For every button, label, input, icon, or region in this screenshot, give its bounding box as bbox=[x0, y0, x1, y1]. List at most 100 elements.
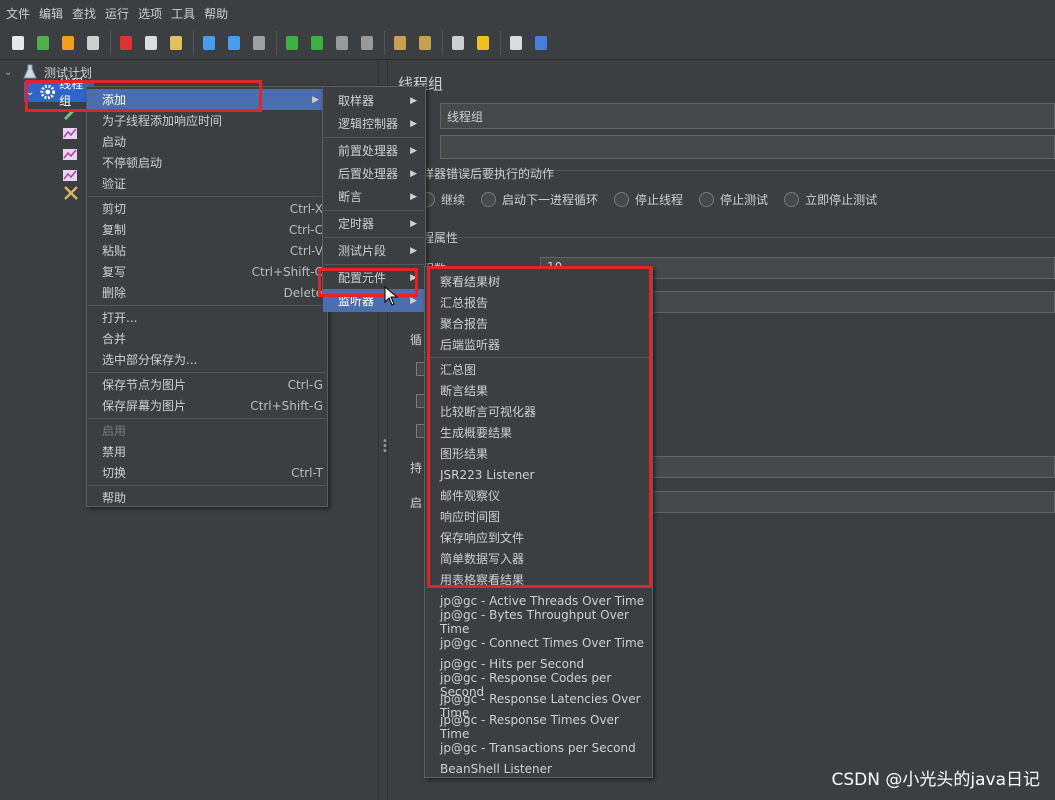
listener-item-1[interactable]: 汇总报告 bbox=[425, 292, 652, 313]
shutdown-icon[interactable] bbox=[357, 33, 377, 53]
add-item-11[interactable]: 配置元件 ▶ bbox=[323, 266, 425, 289]
toggle-icon[interactable] bbox=[249, 33, 269, 53]
add-item-4[interactable]: 后置处理器 ▶ bbox=[323, 162, 425, 185]
clear-icon[interactable] bbox=[390, 33, 410, 53]
search-icon[interactable] bbox=[448, 33, 468, 53]
context-item-13[interactable]: 合并 bbox=[87, 328, 327, 349]
tree-node-listener[interactable] bbox=[62, 144, 78, 164]
listener-item-8[interactable]: 生成概要结果 bbox=[425, 422, 652, 443]
listener-item-23[interactable]: jp@gc - Transactions per Second bbox=[425, 737, 652, 758]
listener-item-5[interactable]: 汇总图 bbox=[425, 359, 652, 380]
context-item-7[interactable]: 复制 Ctrl-C bbox=[87, 219, 327, 240]
listener-item-15[interactable]: 用表格察看结果 bbox=[425, 569, 652, 590]
chart-icon bbox=[63, 170, 77, 181]
context-item-4[interactable]: 验证 bbox=[87, 173, 327, 194]
menu-5[interactable]: 工具 bbox=[165, 5, 198, 22]
context-item-1[interactable]: 为子线程添加响应时间 bbox=[87, 110, 327, 131]
reset-search-icon[interactable] bbox=[473, 33, 493, 53]
radio-button[interactable] bbox=[699, 192, 715, 207]
listener-item-9[interactable]: 图形结果 bbox=[425, 443, 652, 464]
cut-icon[interactable] bbox=[116, 33, 136, 53]
copy-icon[interactable] bbox=[141, 33, 161, 53]
start-no-pause-icon[interactable] bbox=[307, 33, 327, 53]
context-item-6[interactable]: 剪切 Ctrl-X bbox=[87, 198, 327, 219]
menu-item-label: 比较断言可视化器 bbox=[440, 405, 537, 419]
listener-item-13[interactable]: 保存响应到文件 bbox=[425, 527, 652, 548]
add-item-0[interactable]: 取样器 ▶ bbox=[323, 89, 425, 112]
name-field[interactable]: 线程组 bbox=[440, 103, 1055, 129]
context-item-12[interactable]: 打开... bbox=[87, 307, 327, 328]
listener-item-11[interactable]: 邮件观察仪 bbox=[425, 485, 652, 506]
menu-0[interactable]: 文件 bbox=[0, 5, 33, 22]
new-icon[interactable] bbox=[8, 33, 28, 53]
paste-icon[interactable] bbox=[166, 33, 186, 53]
drag-handle-icon[interactable]: • • • bbox=[382, 437, 388, 457]
add-item-7[interactable]: 定时器 ▶ bbox=[323, 212, 425, 235]
context-item-10[interactable]: 删除 Delete bbox=[87, 282, 327, 303]
function-helper-icon[interactable] bbox=[506, 33, 526, 53]
add-item-12[interactable]: 监听器 ▶ bbox=[323, 289, 425, 312]
tree-node-listener[interactable] bbox=[62, 123, 78, 143]
tree-node-sampler[interactable] bbox=[62, 102, 78, 122]
add-item-1[interactable]: 逻辑控制器 ▶ bbox=[323, 112, 425, 135]
add-item-3[interactable]: 前置处理器 ▶ bbox=[323, 139, 425, 162]
context-item-23[interactable]: 帮助 bbox=[87, 487, 327, 508]
comments-field[interactable] bbox=[440, 135, 1055, 159]
context-item-3[interactable]: 不停顿启动 bbox=[87, 152, 327, 173]
menu-6[interactable]: 帮助 bbox=[198, 5, 231, 22]
listener-item-10[interactable]: JSR223 Listener bbox=[425, 464, 652, 485]
chevron-down-icon[interactable]: ⌄ bbox=[4, 67, 18, 78]
context-item-21[interactable]: 切换 Ctrl-T bbox=[87, 462, 327, 483]
menu-separator bbox=[88, 485, 326, 486]
listener-item-17[interactable]: jp@gc - Bytes Throughput Over Time bbox=[425, 608, 652, 636]
context-item-17[interactable]: 保存屏幕为图片 Ctrl+Shift-G bbox=[87, 395, 327, 416]
context-item-8[interactable]: 粘贴 Ctrl-V bbox=[87, 240, 327, 261]
menu-1[interactable]: 编辑 bbox=[33, 5, 66, 22]
listener-item-2[interactable]: 聚合报告 bbox=[425, 313, 652, 334]
menu-separator bbox=[324, 264, 424, 265]
listener-item-3[interactable]: 后端监听器 bbox=[425, 334, 652, 355]
menu-separator bbox=[88, 372, 326, 373]
listener-item-14[interactable]: 简单数据写入器 bbox=[425, 548, 652, 569]
add-item-9[interactable]: 测试片段 ▶ bbox=[323, 239, 425, 262]
templates-icon[interactable] bbox=[33, 33, 53, 53]
clear-all-icon[interactable] bbox=[415, 33, 435, 53]
menu-2[interactable]: 查找 bbox=[66, 5, 99, 22]
tree-node-tool[interactable] bbox=[62, 183, 80, 203]
tree-node-thread-group[interactable]: ⌄ 线程组 bbox=[24, 77, 94, 108]
save-icon[interactable] bbox=[83, 33, 103, 53]
shortcut-label: Ctrl-V bbox=[289, 243, 323, 258]
menu-separator bbox=[324, 237, 424, 238]
listener-item-24[interactable]: BeanShell Listener bbox=[425, 758, 652, 779]
expand-icon[interactable] bbox=[199, 33, 219, 53]
menu-3[interactable]: 运行 bbox=[99, 5, 132, 22]
chevron-down-icon[interactable]: ⌄ bbox=[26, 87, 40, 98]
listener-item-22[interactable]: jp@gc - Response Times Over Time bbox=[425, 713, 652, 741]
add-item-5[interactable]: 断言 ▶ bbox=[323, 185, 425, 208]
listener-item-0[interactable]: 察看结果树 bbox=[425, 271, 652, 292]
collapse-icon[interactable] bbox=[224, 33, 244, 53]
context-item-20[interactable]: 禁用 bbox=[87, 441, 327, 462]
add-submenu: 取样器 ▶ 逻辑控制器 ▶ 前置处理器 ▶ 后置处理器 ▶ 断言 ▶ 定时器 ▶ 测试片段 ▶ 配置元件 ▶ 监… bbox=[322, 86, 426, 312]
context-item-0[interactable]: 添加 ▶ bbox=[87, 89, 327, 110]
stop-icon[interactable] bbox=[332, 33, 352, 53]
listener-item-7[interactable]: 比较断言可视化器 bbox=[425, 401, 652, 422]
listener-item-18[interactable]: jp@gc - Connect Times Over Time bbox=[425, 632, 652, 653]
toolbar-separator bbox=[442, 31, 443, 55]
start-icon[interactable] bbox=[282, 33, 302, 53]
context-item-9[interactable]: 复写 Ctrl+Shift-C bbox=[87, 261, 327, 282]
context-item-2[interactable]: 启动 bbox=[87, 131, 327, 152]
radio-button[interactable] bbox=[481, 192, 497, 207]
menu-separator bbox=[88, 196, 326, 197]
listener-item-6[interactable]: 断言结果 bbox=[425, 380, 652, 401]
help-icon[interactable] bbox=[531, 33, 551, 53]
listener-item-12[interactable]: 响应时间图 bbox=[425, 506, 652, 527]
context-item-14[interactable]: 选中部分保存为... bbox=[87, 349, 327, 370]
radio-button[interactable] bbox=[614, 192, 630, 207]
menu-item-label: 用表格察看结果 bbox=[440, 573, 525, 587]
open-icon[interactable] bbox=[58, 33, 78, 53]
tree-node-listener[interactable] bbox=[62, 165, 78, 185]
radio-button[interactable] bbox=[784, 192, 800, 207]
menu-4[interactable]: 选项 bbox=[132, 5, 165, 22]
context-item-16[interactable]: 保存节点为图片 Ctrl-G bbox=[87, 374, 327, 395]
